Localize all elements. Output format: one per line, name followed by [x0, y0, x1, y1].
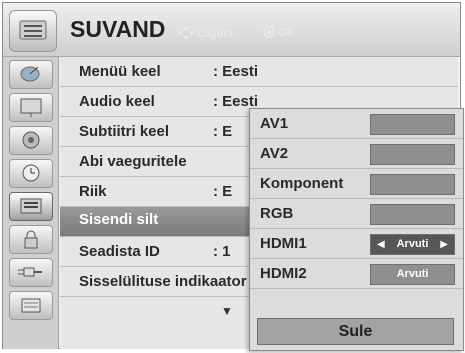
input-label-popup: AV1 AV2 Komponent RGB HDMI1 ◀ Arvuti ▶ H…: [249, 108, 464, 351]
close-button[interactable]: Sule: [257, 318, 454, 345]
label-value-box[interactable]: [370, 114, 455, 135]
ok-button-icon: [263, 26, 278, 39]
page-title: SUVAND: [70, 16, 166, 42]
scroll-down-icon[interactable]: ▼: [221, 304, 233, 318]
label-value-selector[interactable]: ◀ Arvuti ▶: [370, 234, 455, 255]
label-value-box[interactable]: Arvuti: [370, 264, 455, 285]
label-value: Arvuti: [396, 268, 429, 280]
popup-item-rgb[interactable]: RGB: [250, 199, 463, 229]
label-value-box[interactable]: [370, 144, 455, 165]
menu-row-label: Sisendi silt: [79, 211, 159, 228]
menu-row-label: Abi vaeguritele: [79, 153, 187, 170]
menu-row-menu-language[interactable]: Menüü keel : Eesti: [60, 57, 458, 87]
tv-monitor-icon[interactable]: [9, 93, 53, 122]
menu-row-label: Audio keel: [79, 93, 155, 110]
usb-media-icon[interactable]: [9, 291, 53, 320]
menu-row-label: Sisselülituse indikaator: [79, 273, 247, 290]
popup-item-label: HDMI1: [260, 235, 307, 252]
menu-header: SUVAND Liiguta OK: [3, 3, 460, 57]
label-value-box[interactable]: [370, 174, 455, 195]
menu-row-value: : E: [213, 123, 233, 140]
popup-item-av1[interactable]: AV1: [250, 109, 463, 139]
navigate-hint: Liiguta: [178, 26, 233, 40]
popup-item-label: HDMI2: [260, 265, 307, 282]
popup-item-label: AV2: [260, 145, 289, 162]
label-value-box[interactable]: [370, 204, 455, 225]
menu-row-value: : E: [213, 183, 233, 200]
settings-icon: [9, 10, 57, 52]
arrow-right-icon[interactable]: ▶: [440, 239, 448, 250]
ok-hint: OK: [263, 26, 295, 39]
input-plug-icon[interactable]: [9, 258, 53, 287]
move-arrows-icon: [178, 26, 197, 40]
navigate-hint-label: Liiguta: [197, 28, 234, 40]
menu-row-label: Riik: [79, 183, 107, 200]
satellite-dish-icon[interactable]: [9, 60, 53, 89]
menu-row-label: Seadista ID: [79, 243, 160, 260]
category-sidebar: [3, 57, 59, 349]
popup-item-component[interactable]: Komponent: [250, 169, 463, 199]
popup-item-hdmi2[interactable]: HDMI2 Arvuti: [250, 259, 463, 289]
menu-row-label: Subtiitri keel: [79, 123, 170, 140]
menu-row-value: : 1: [213, 243, 231, 260]
close-button-label: Sule: [338, 323, 373, 340]
popup-item-label: Komponent: [260, 175, 344, 192]
popup-item-hdmi1[interactable]: HDMI1 ◀ Arvuti ▶: [250, 229, 463, 259]
ok-hint-label: OK: [278, 27, 295, 39]
popup-item-label: AV1: [260, 115, 289, 132]
popup-item-label: RGB: [260, 205, 294, 222]
menu-row-label: Menüü keel: [79, 63, 161, 80]
menu-row-value: : Eesti: [213, 63, 259, 80]
speaker-icon[interactable]: [9, 126, 53, 155]
settings-icon[interactable]: [9, 192, 53, 221]
clock-icon[interactable]: [9, 159, 53, 188]
popup-item-av2[interactable]: AV2: [250, 139, 463, 169]
lock-icon[interactable]: [9, 225, 53, 254]
